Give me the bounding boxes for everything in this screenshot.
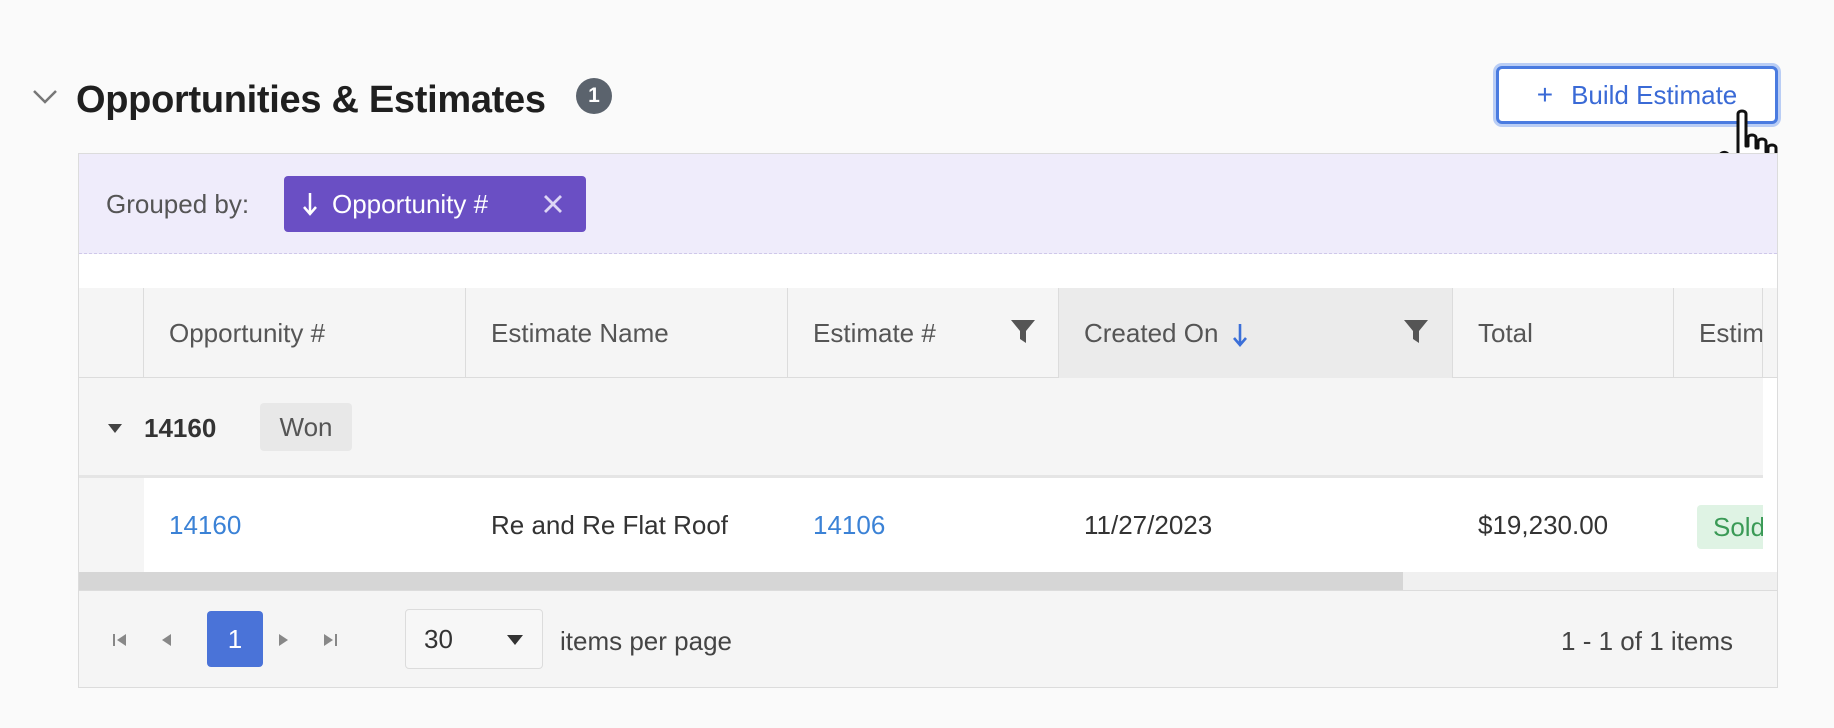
table-row: 14160 Re and Re Flat Roof 14106 11/27/20… <box>79 478 1777 572</box>
next-page-icon[interactable] <box>273 629 295 651</box>
filter-icon[interactable] <box>1010 318 1036 346</box>
first-page-icon[interactable] <box>109 629 131 651</box>
close-icon[interactable] <box>538 189 568 219</box>
cell-estimate-name: Re and Re Flat Roof <box>491 510 729 540</box>
section-header: Opportunities & Estimates 1 + Build Esti… <box>28 66 1788 128</box>
column-header-opportunity[interactable]: Opportunity # <box>144 288 466 378</box>
cell-estimate-number: 14106 <box>788 478 1059 572</box>
column-header-created-on-label: Created On <box>1084 318 1219 348</box>
plus-icon: + <box>1536 79 1554 110</box>
group-panel: Grouped by: Opportunity # <box>79 154 1777 254</box>
column-header-estimate-number-label: Estimate # <box>813 318 936 348</box>
caret-down-icon[interactable] <box>103 418 127 438</box>
cell-opportunity: 14160 <box>144 478 466 572</box>
column-header-estimate-status[interactable]: Estim <box>1674 288 1763 378</box>
group-label: Grouped by: <box>106 189 250 219</box>
group-value: 14160 <box>144 413 217 443</box>
header-spacer <box>79 288 144 378</box>
column-header-total[interactable]: Total <box>1453 288 1674 378</box>
items-per-page-label: items per page <box>560 626 732 656</box>
group-chip[interactable]: Opportunity # <box>284 176 586 232</box>
cell-created-on: 11/27/2023 <box>1084 510 1213 540</box>
column-header-estimate-number[interactable]: Estimate # <box>788 288 1059 378</box>
arrow-down-icon <box>303 193 317 216</box>
previous-page-icon[interactable] <box>155 629 177 651</box>
column-header-estimate-name[interactable]: Estimate Name <box>466 288 788 378</box>
right-gutter <box>1763 378 1777 590</box>
build-estimate-button[interactable]: + Build Estimate <box>1496 66 1778 124</box>
scrollbar-thumb[interactable] <box>79 572 1403 590</box>
build-estimate-label: Build Estimate <box>1571 79 1738 110</box>
sold-badge: Sold <box>1697 505 1763 550</box>
last-page-icon[interactable] <box>319 629 341 651</box>
spacer <box>79 254 1777 288</box>
page-size-select[interactable]: 30 <box>405 609 543 669</box>
page-size-value: 30 <box>424 624 453 654</box>
section-title: Opportunities & Estimates <box>76 79 546 121</box>
cell-total: $19,230.00 <box>1478 510 1609 540</box>
header-row: Opportunity # Estimate Name Estimate # C… <box>79 288 1777 378</box>
filter-icon[interactable] <box>1403 318 1429 346</box>
estimate-number-link[interactable]: 14106 <box>813 510 885 540</box>
group-row: 14160 Won <box>79 378 1777 478</box>
pager-info: 1 - 1 of 1 items <box>1561 626 1733 656</box>
sort-descending-icon <box>1232 324 1247 348</box>
status-badge: Won <box>260 403 352 451</box>
cell-estimate-status: Sold <box>1674 478 1763 572</box>
caret-down-icon <box>507 635 523 645</box>
column-header-created-on[interactable]: Created On <box>1059 288 1453 378</box>
pager: 1 30 items per page 1 - 1 of 1 items <box>79 590 1777 687</box>
row-indent <box>79 478 144 572</box>
count-badge: 1 <box>576 78 612 114</box>
horizontal-scrollbar[interactable] <box>79 572 1777 590</box>
group-chip-label: Opportunity # <box>332 188 489 219</box>
estimates-grid: Grouped by: Opportunity # Opportunity # … <box>78 153 1778 688</box>
opportunity-link[interactable]: 14160 <box>169 510 241 540</box>
page-button-current[interactable]: 1 <box>207 611 263 667</box>
chevron-down-icon[interactable] <box>28 80 62 114</box>
